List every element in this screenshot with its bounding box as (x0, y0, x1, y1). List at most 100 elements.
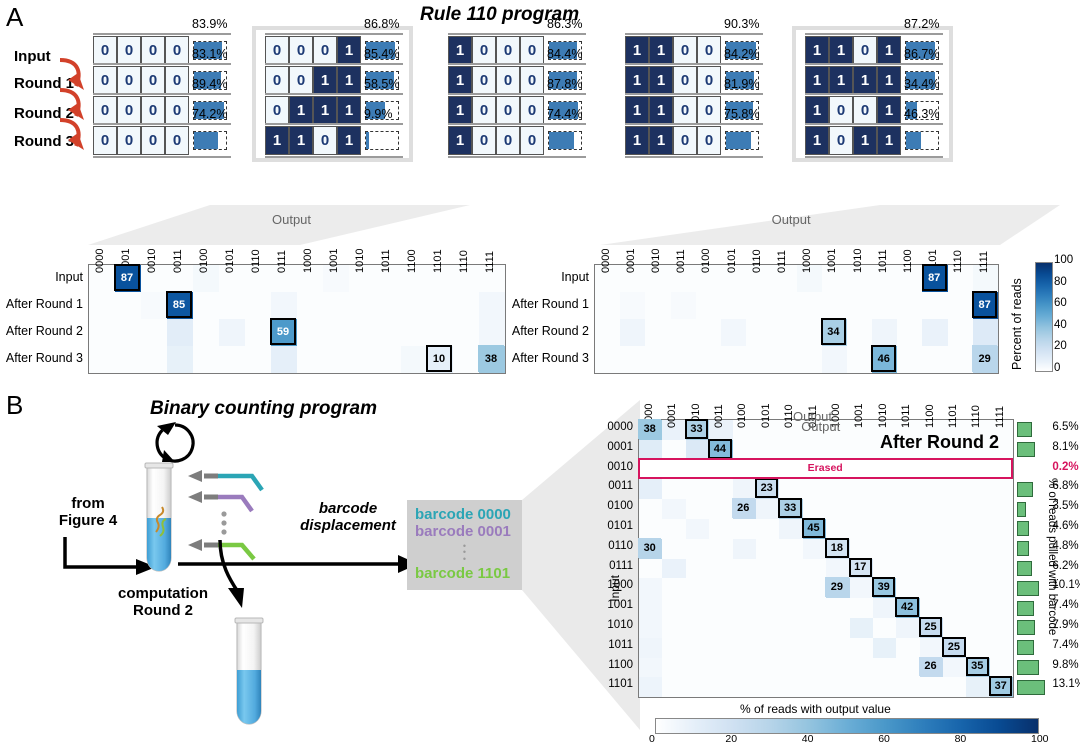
heatmap-cell (732, 677, 756, 698)
heatmap-cell (89, 319, 115, 346)
panel-a-colorbar-tick: 100 (1054, 254, 1074, 266)
heatmap-cell (872, 292, 898, 319)
heatmap-annotation-value: 59 (276, 325, 290, 338)
register-top-rule (805, 93, 943, 95)
register-bit: 0 (117, 96, 141, 125)
heatmap-cell (966, 677, 990, 698)
heatmap-annotation: 38 (478, 345, 504, 372)
heatmap-annotation-value: 38 (484, 352, 498, 365)
heatmap-cell (919, 637, 944, 658)
heatmap-cell (943, 617, 967, 638)
heatmap-cell (271, 346, 297, 373)
heatmap-cell (639, 617, 663, 638)
register-bit: 0 (265, 36, 289, 65)
heatmap-cell (802, 637, 827, 658)
barcode-pull-bar (1017, 442, 1036, 458)
heatmap-cell (826, 677, 850, 698)
register-bit: 0 (141, 126, 165, 155)
heatmap-col-label: 0100 (700, 248, 713, 273)
heatmap-cell (595, 292, 621, 319)
heatmap-cell (662, 578, 686, 599)
register-row: 1000 (448, 126, 544, 155)
heatmap-cell (796, 319, 822, 346)
register-bit: 1 (337, 96, 361, 125)
register-bit: 1 (313, 96, 337, 125)
heatmap-cell (141, 346, 167, 373)
heatmap-row-label: 0101 (607, 519, 633, 532)
heatmap-col-label: 1101 (432, 249, 444, 273)
heatmap-cell (245, 319, 271, 346)
heatmap-cell (709, 538, 733, 559)
heatmap-cell (755, 657, 780, 678)
percent-bar (193, 131, 227, 150)
register-row: 0001 (265, 36, 361, 65)
heatmap-col-label: 0011 (172, 249, 184, 273)
heatmap-annotation: 35 (965, 656, 989, 677)
register-bit: 0 (496, 126, 520, 155)
heatmap-cell (709, 558, 733, 579)
heatmap-cell (802, 538, 827, 559)
heatmap-cell (685, 538, 710, 559)
heatmap-cell (897, 292, 923, 319)
heatmap-cell (662, 637, 686, 658)
heatmap-cell (709, 598, 733, 618)
register-bit: 0 (472, 126, 496, 155)
panel-b-colorbar-tick: 60 (878, 733, 890, 745)
register-bit: 0 (697, 96, 721, 125)
heatmap-col-label: 0110 (250, 249, 262, 273)
heatmap-cell (826, 479, 850, 500)
heatmap-cell (989, 479, 1014, 500)
heatmap-cell (872, 558, 897, 579)
heatmap-row-label: 1011 (608, 638, 633, 651)
heatmap-cell (849, 439, 873, 460)
heatmap-cell (943, 578, 967, 599)
heatmap-row (595, 292, 998, 319)
barcode-pull-bar (1017, 521, 1029, 537)
register-top-rule (625, 33, 763, 35)
register-bit: 1 (805, 66, 829, 95)
heatmap-cell (685, 657, 710, 678)
heatmap-cell (897, 319, 923, 346)
heatmap-col-label: 0000 (599, 248, 612, 273)
register-row: 0000 (93, 126, 189, 155)
heatmap-annotation: 26 (918, 656, 943, 677)
heatmap-col-label: 0111 (776, 250, 788, 273)
heatmap-cell (639, 677, 663, 698)
panel-a-colorbar (1035, 262, 1053, 372)
heatmap-annotation-value: 18 (830, 541, 843, 554)
heatmap-annotation: 34 (820, 318, 846, 345)
heatmap-cell (779, 637, 803, 658)
register-bottom-rule (265, 156, 403, 158)
heatmap-cell (943, 558, 967, 579)
heatmap-cell (849, 657, 873, 678)
heatmap-cell (846, 346, 873, 373)
register-bit: 0 (289, 36, 313, 65)
heatmap-cell (755, 637, 780, 658)
register-bottom-rule (805, 156, 943, 158)
heatmap-cell (401, 346, 427, 373)
heatmap-annotation: 87 (114, 264, 140, 291)
heatmap-cell (755, 439, 780, 460)
heatmap-cell (919, 558, 944, 579)
register-bit: 1 (853, 66, 877, 95)
heatmap-cell (966, 617, 990, 638)
heatmap-cell (989, 637, 1014, 658)
heatmap-row-label: After Round 3 (5, 350, 83, 365)
heatmap-cell (755, 578, 780, 599)
panel-b-colorbar-tick: 80 (954, 733, 967, 745)
heatmap-cell (826, 439, 850, 460)
heatmap-col-label: 1011 (876, 249, 889, 273)
heatmap-cell (919, 538, 944, 559)
heatmap-cell (193, 319, 219, 346)
heatmap-cell (639, 518, 663, 539)
register-bit: 1 (805, 126, 829, 155)
register-row: 0000 (93, 96, 189, 125)
panel-a-round-arrow-3 (59, 118, 84, 150)
register-row: 0000 (93, 66, 189, 95)
heatmap-col-label: 1010 (851, 248, 864, 273)
heatmap-cell (620, 292, 646, 319)
heatmap-cell (645, 346, 671, 373)
heatmap-cell (732, 538, 756, 559)
heatmap-cell (695, 319, 721, 346)
heatmap-cell (685, 499, 710, 519)
